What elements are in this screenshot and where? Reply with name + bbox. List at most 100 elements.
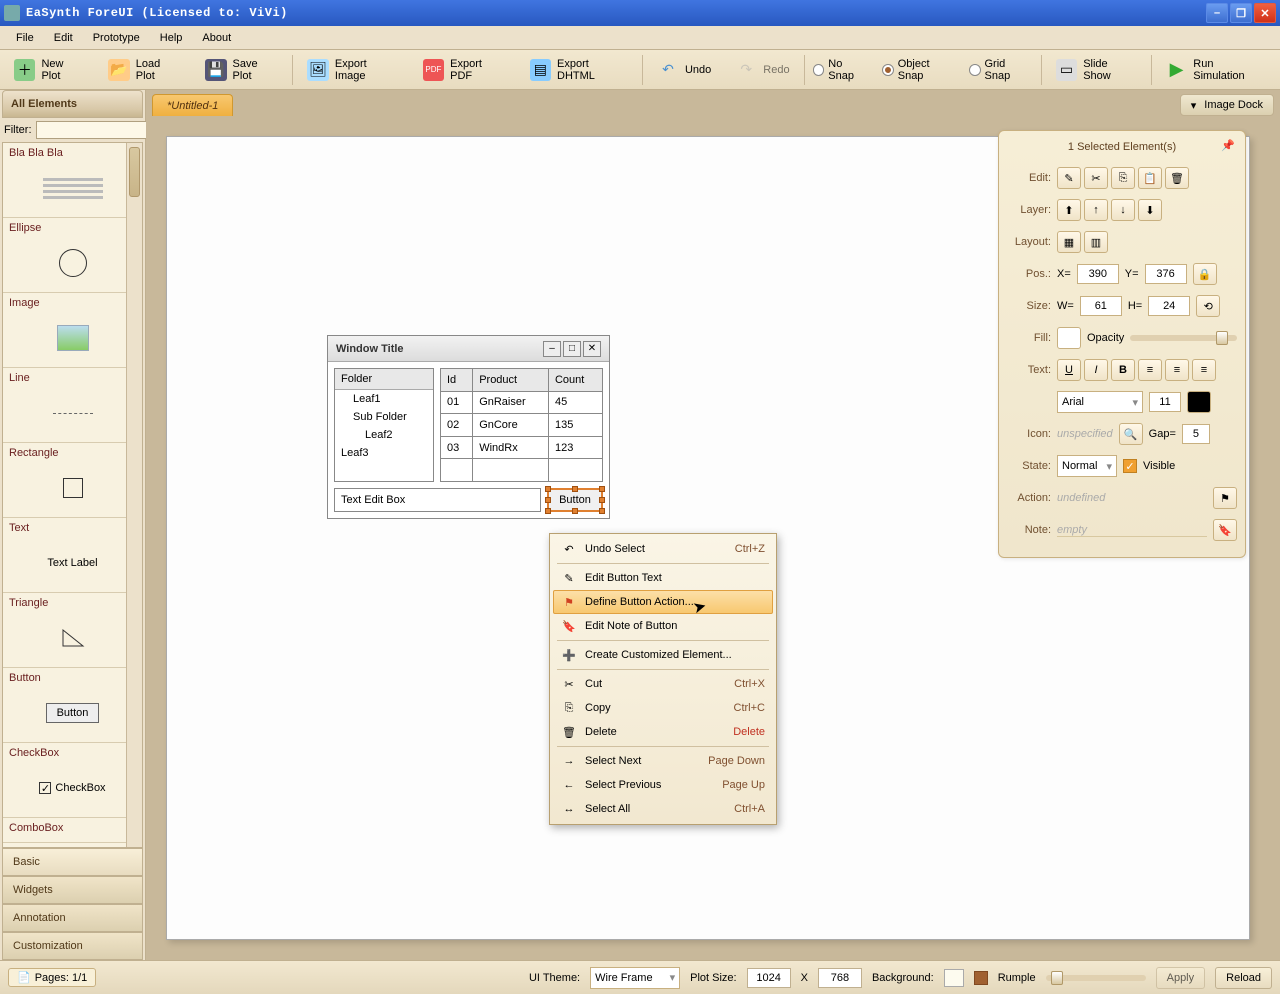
plot-width-input[interactable] <box>747 968 791 988</box>
ctx-edit-text[interactable]: ✎Edit Button Text <box>553 566 773 590</box>
slide-show-button[interactable]: ▭Slide Show <box>1045 53 1148 87</box>
gap-input[interactable] <box>1182 424 1210 444</box>
element-combobox[interactable]: ComboBox <box>3 818 142 843</box>
prop-cut-button[interactable]: ✂ <box>1084 167 1108 189</box>
mock-window[interactable]: Window Title – □ ✕ Folder Leaf1 Su <box>327 335 610 519</box>
prop-paste-button[interactable]: 📋 <box>1138 167 1162 189</box>
lock-button[interactable]: 🔒 <box>1193 263 1217 285</box>
text-color-button[interactable] <box>1187 391 1211 413</box>
reload-button[interactable]: Reload <box>1215 967 1272 989</box>
ctx-undo-select[interactable]: ↶Undo SelectCtrl+Z <box>553 537 773 561</box>
align-right-button[interactable]: ≡ <box>1192 359 1216 381</box>
size-w-input[interactable] <box>1080 296 1122 316</box>
element-text[interactable]: TextText Label <box>3 518 142 593</box>
trash-icon: 🗑 <box>561 726 577 739</box>
layer-down-button[interactable]: ↓ <box>1111 199 1135 221</box>
pos-x-input[interactable] <box>1077 264 1119 284</box>
rumple-slider[interactable] <box>1046 975 1146 981</box>
align-left-button[interactable]: ≡ <box>1138 359 1162 381</box>
ctx-create-custom[interactable]: ➕Create Customized Element... <box>553 643 773 667</box>
prop-pencil-button[interactable]: ✎ <box>1057 167 1081 189</box>
element-button[interactable]: ButtonButton <box>3 668 142 743</box>
icon-browse-button[interactable]: 🔍 <box>1119 423 1143 445</box>
menu-file[interactable]: File <box>6 29 44 47</box>
minimize-button[interactable]: – <box>1206 3 1228 23</box>
close-button[interactable]: ✕ <box>1254 3 1276 23</box>
font-select[interactable]: Arial <box>1057 391 1143 413</box>
elements-list[interactable]: Bla Bla Bla Ellipse Image Line Rectangle… <box>2 142 143 848</box>
object-snap-radio[interactable]: Object Snap <box>882 58 957 82</box>
layer-front-button[interactable]: ⬆ <box>1057 199 1081 221</box>
mock-max-icon: □ <box>563 341 581 357</box>
pin-icon[interactable]: 📌 <box>1221 139 1235 152</box>
export-dhtml-button[interactable]: ▤Export DHTML <box>519 53 639 87</box>
background-label: Background: <box>872 972 934 984</box>
export-pdf-button[interactable]: PDFExport PDF <box>412 53 517 87</box>
note-edit-button[interactable]: 🔖 <box>1213 519 1237 541</box>
menu-prototype[interactable]: Prototype <box>83 29 150 47</box>
menu-about[interactable]: About <box>192 29 241 47</box>
sidebar-scrollbar[interactable] <box>126 143 142 847</box>
element-blablabla[interactable]: Bla Bla Bla <box>3 143 142 218</box>
fill-color-button[interactable] <box>1057 327 1081 349</box>
menu-help[interactable]: Help <box>150 29 193 47</box>
prop-delete-button[interactable]: 🗑 <box>1165 167 1189 189</box>
action-define-button[interactable]: ⚑ <box>1213 487 1237 509</box>
element-ellipse[interactable]: Ellipse <box>3 218 142 293</box>
layer-up-button[interactable]: ↑ <box>1084 199 1108 221</box>
element-checkbox[interactable]: CheckBox✓CheckBox <box>3 743 142 818</box>
ctx-copy[interactable]: ⎘CopyCtrl+C <box>553 696 773 720</box>
text-italic-button[interactable]: I <box>1084 359 1108 381</box>
ctx-delete[interactable]: 🗑DeleteDelete <box>553 720 773 744</box>
layout-grid-button[interactable]: ▦ <box>1057 231 1081 253</box>
apply-button[interactable]: Apply <box>1156 967 1206 989</box>
sidebar-tab-annotation[interactable]: Annotation <box>2 904 143 932</box>
text-bold-button[interactable]: B <box>1111 359 1135 381</box>
ctx-cut[interactable]: ✂CutCtrl+X <box>553 672 773 696</box>
layout-align-button[interactable]: ▥ <box>1084 231 1108 253</box>
pos-y-input[interactable] <box>1145 264 1187 284</box>
sidebar-tab-widgets[interactable]: Widgets <box>2 876 143 904</box>
maximize-button[interactable]: ❐ <box>1230 3 1252 23</box>
scissors-icon: ✂ <box>561 678 577 691</box>
prop-copy-button[interactable]: ⎘ <box>1111 167 1135 189</box>
size-reset-button[interactable]: ⟲ <box>1196 295 1220 317</box>
sidebar-tab-basic[interactable]: Basic <box>2 848 143 876</box>
image-dock-toggle[interactable]: ▾Image Dock <box>1180 94 1274 116</box>
grid-snap-radio[interactable]: Grid Snap <box>969 58 1033 82</box>
element-image[interactable]: Image <box>3 293 142 368</box>
ctx-edit-note[interactable]: 🔖Edit Note of Button <box>553 614 773 638</box>
ctx-select-all[interactable]: ↔Select AllCtrl+A <box>553 797 773 821</box>
ctx-select-prev[interactable]: ←Select PreviousPage Up <box>553 773 773 797</box>
plot-height-input[interactable] <box>818 968 862 988</box>
layer-back-button[interactable]: ⬇ <box>1138 199 1162 221</box>
undo-button[interactable]: ↶Undo <box>646 53 722 87</box>
align-center-button[interactable]: ≡ <box>1165 359 1189 381</box>
no-snap-radio[interactable]: No Snap <box>813 58 870 82</box>
visible-checkbox[interactable]: ✓ <box>1123 459 1137 473</box>
text-underline-button[interactable]: U <box>1057 359 1081 381</box>
ui-theme-select[interactable]: Wire Frame <box>590 967 680 989</box>
mock-button-selected[interactable]: Button <box>547 488 603 512</box>
document-tab[interactable]: *Untitled-1 <box>152 94 233 116</box>
ctx-select-next[interactable]: →Select NextPage Down <box>553 749 773 773</box>
rumple-checkbox[interactable] <box>974 971 988 985</box>
menu-edit[interactable]: Edit <box>44 29 83 47</box>
pages-indicator[interactable]: 📄Pages: 1/1 <box>8 968 96 987</box>
font-size-input[interactable] <box>1149 392 1181 412</box>
state-select[interactable]: Normal <box>1057 455 1117 477</box>
run-simulation-button[interactable]: ▶Run Simulation <box>1155 53 1277 87</box>
element-line[interactable]: Line <box>3 368 142 443</box>
new-plot-button[interactable]: ＋New Plot <box>3 53 95 87</box>
element-triangle[interactable]: Triangle <box>3 593 142 668</box>
element-rectangle[interactable]: Rectangle <box>3 443 142 518</box>
export-image-button[interactable]: 🖼Export Image <box>296 53 409 87</box>
opacity-slider[interactable] <box>1130 335 1237 341</box>
size-h-input[interactable] <box>1148 296 1190 316</box>
background-color-button[interactable] <box>944 969 964 987</box>
load-plot-button[interactable]: 📂Load Plot <box>97 53 192 87</box>
redo-button[interactable]: ↷Redo <box>724 53 800 87</box>
ctx-define-action[interactable]: ⚑Define Button Action... <box>553 590 773 614</box>
save-plot-button[interactable]: 💾Save Plot <box>194 53 289 87</box>
sidebar-tab-customization[interactable]: Customization <box>2 932 143 960</box>
